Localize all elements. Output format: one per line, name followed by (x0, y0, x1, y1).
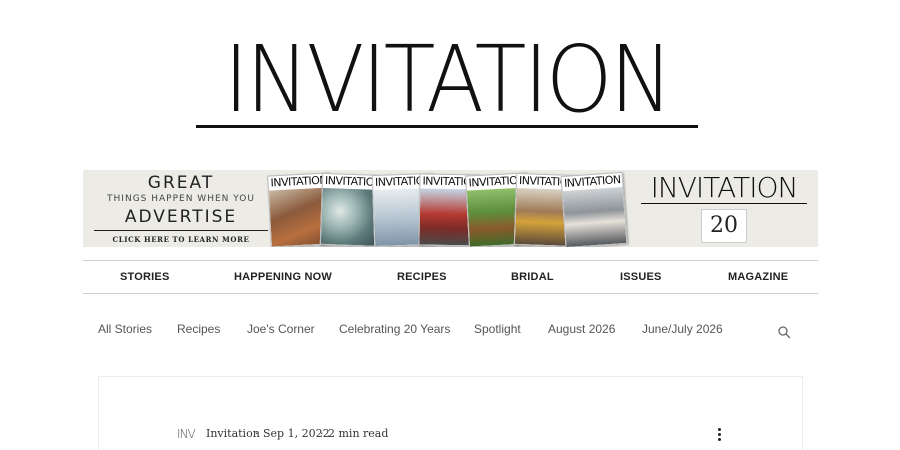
anniversary-number: 20 (710, 213, 738, 238)
search-icon[interactable] (777, 325, 791, 339)
nav-happening-now[interactable]: HAPPENING NOW (234, 261, 332, 293)
site-logo[interactable]: INVITATION (196, 26, 698, 133)
magazine-cover: INVITATION (560, 171, 628, 247)
author-name[interactable]: Invitation (206, 427, 260, 440)
ad-action-text: ADVERTISE (124, 207, 238, 227)
ad-subline: THINGS HAPPEN WHEN YOU (107, 194, 255, 204)
anniversary-badge: 20 (701, 209, 747, 243)
category-all-stories[interactable]: All Stories (98, 322, 152, 336)
nav-magazine[interactable]: MAGAZINE (728, 261, 788, 293)
main-nav: STORIES HAPPENING NOW RECIPES BRIDAL ISS… (83, 260, 818, 294)
advertise-banner[interactable]: GREAT THINGS HAPPEN WHEN YOU ADVERTISE C… (83, 170, 818, 247)
author-avatar[interactable]: INV (177, 427, 196, 441)
read-time: 2 min read (328, 427, 389, 440)
nav-recipes[interactable]: RECIPES (397, 261, 447, 293)
category-august-2026[interactable]: August 2026 (548, 322, 615, 336)
more-vertical-icon[interactable] (713, 427, 725, 443)
category-joes-corner[interactable]: Joe's Corner (247, 322, 315, 336)
nav-bridal[interactable]: BRIDAL (511, 261, 554, 293)
category-spotlight[interactable]: Spotlight (474, 322, 521, 336)
ad-headline: GREAT (147, 173, 215, 193)
category-recipes[interactable]: Recipes (177, 322, 220, 336)
meta-separator: · (255, 427, 259, 440)
logo-underline (196, 125, 698, 128)
ad-brand: INVITATION 20 (639, 174, 809, 243)
ad-message: GREAT THINGS HAPPEN WHEN YOU ADVERTISE C… (94, 173, 268, 244)
nav-issues[interactable]: ISSUES (620, 261, 662, 293)
meta-separator: · (320, 427, 324, 440)
ad-brand-logo: INVITATION (650, 171, 799, 204)
ad-cta-link[interactable]: CLICK HERE TO LEARN MORE (96, 235, 266, 244)
logo-text: INVITATION (223, 26, 673, 133)
category-june-july-2026[interactable]: June/July 2026 (642, 322, 723, 336)
magazine-covers: INVITATION INVITATION INVITATION INVITAT… (267, 170, 634, 247)
nav-stories[interactable]: STORIES (120, 261, 170, 293)
category-celebrating-20-years[interactable]: Celebrating 20 Years (339, 322, 450, 336)
category-nav: All Stories Recipes Joe's Corner Celebra… (98, 322, 798, 340)
post-card[interactable]: INV Invitation · Sep 1, 2022 · 2 min rea… (98, 376, 803, 450)
ad-divider (94, 230, 268, 231)
